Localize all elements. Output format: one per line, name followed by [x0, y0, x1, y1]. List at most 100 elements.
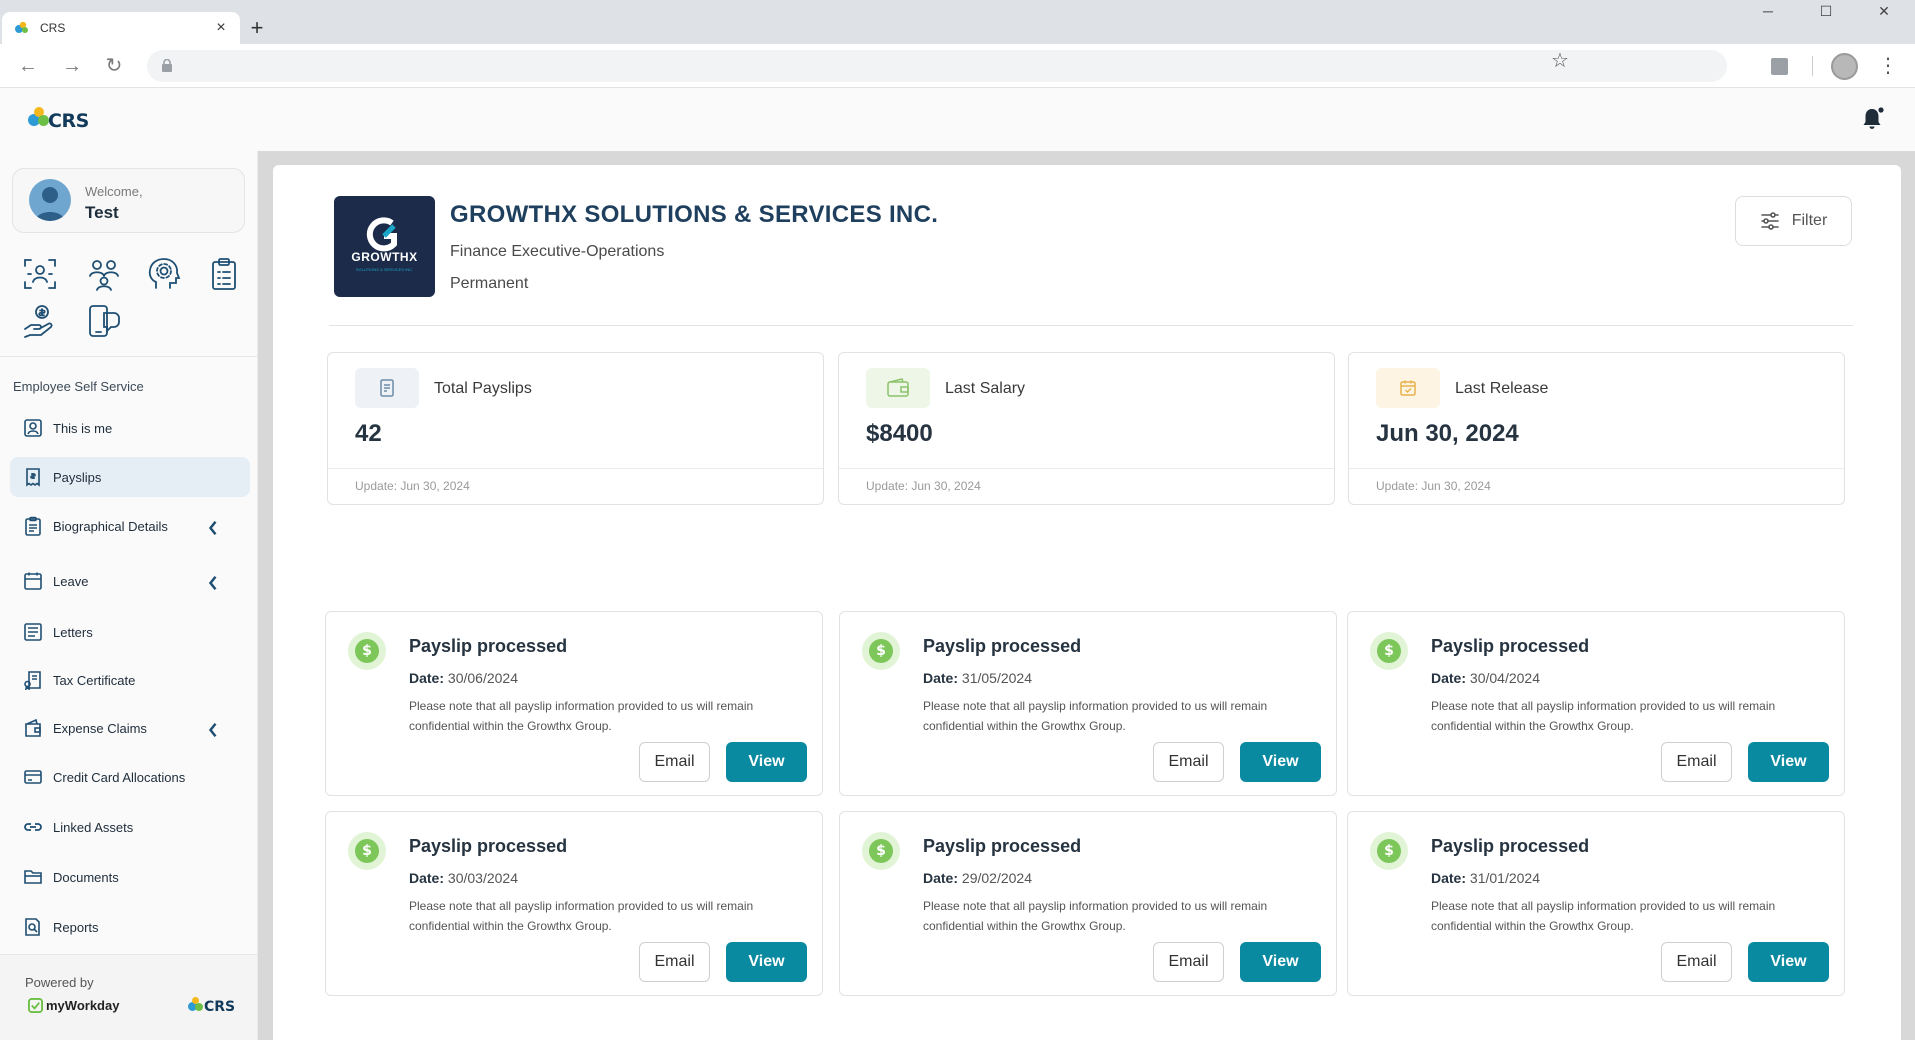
- stat-icon-box: [866, 368, 930, 408]
- new-tab-button[interactable]: +: [246, 14, 268, 42]
- browser-profile-avatar[interactable]: [1831, 53, 1858, 80]
- crs-small-logo: CRS: [188, 995, 235, 1015]
- sidebar-item-credit-card-allocations[interactable]: Credit Card Allocations: [10, 757, 250, 797]
- payslip-date-label: Date:: [409, 670, 445, 686]
- payslip-date-label: Date:: [409, 870, 445, 886]
- email-button[interactable]: Email: [639, 942, 710, 982]
- browser-tabbar: CRS × + ─ ☐ ✕: [0, 0, 1915, 44]
- wallet-icon: [25, 718, 41, 737]
- crs-logo-mark: [28, 107, 50, 129]
- window-close-button[interactable]: ✕: [1864, 0, 1904, 22]
- team-icon[interactable]: [86, 256, 122, 292]
- stat-update: Update: Jun 30, 2024: [355, 479, 470, 493]
- device-chat-icon[interactable]: [86, 303, 122, 339]
- reload-icon[interactable]: ↻: [100, 52, 128, 80]
- view-button[interactable]: View: [726, 742, 807, 782]
- mind-gear-icon[interactable]: [146, 256, 182, 292]
- browser-menu-icon[interactable]: ⋮: [1878, 54, 1898, 78]
- filter-sliders-icon: [1760, 212, 1779, 230]
- email-button[interactable]: Email: [1153, 742, 1224, 782]
- stat-label: Total Payslips: [434, 380, 532, 397]
- sidebar-item-label: Biographical Details: [53, 518, 168, 534]
- tab-title: CRS: [40, 21, 66, 35]
- forward-icon[interactable]: →: [58, 52, 86, 80]
- payslip-card: $ Payslip processed Date: 29/02/2024 Ple…: [839, 811, 1337, 996]
- company-logo-subtext: SOLUTIONS & SERVICES INC.: [356, 267, 413, 272]
- credit-card-icon: [24, 770, 42, 784]
- header-divider: [329, 325, 1853, 326]
- payslip-title: Payslip processed: [923, 836, 1082, 856]
- view-button[interactable]: View: [1748, 942, 1829, 982]
- view-button[interactable]: View: [1240, 942, 1321, 982]
- sidebar-item-label: Letters: [53, 624, 93, 640]
- email-button[interactable]: Email: [1661, 942, 1732, 982]
- payslip-note: Please note that all payslip information…: [1431, 699, 1776, 733]
- payslip-date-label: Date:: [1431, 670, 1467, 686]
- payslip-date: Date: 30/04/2024: [1431, 670, 1540, 686]
- payslip-date-label: Date:: [923, 670, 959, 686]
- bookmark-star-icon[interactable]: ☆: [1551, 48, 1569, 73]
- address-bar[interactable]: [147, 50, 1727, 82]
- stat-card-last-release: Last Release Jun 30, 2024 Update: Jun 30…: [1348, 352, 1845, 505]
- id-card-icon: [24, 419, 42, 437]
- sidebar-item-payslips[interactable]: Payslips: [10, 457, 250, 497]
- chevron-left-icon[interactable]: [203, 720, 223, 740]
- myworkday-logo[interactable]: myWorkday: [28, 998, 119, 1013]
- email-button[interactable]: Email: [1661, 742, 1732, 782]
- back-icon[interactable]: ←: [14, 52, 42, 80]
- employment-type: Permanent: [450, 275, 529, 292]
- sidebar-item-label: Linked Assets: [53, 819, 134, 835]
- payslip-date: Date: 30/03/2024: [409, 870, 518, 886]
- sidebar-item-documents[interactable]: Documents: [10, 857, 250, 897]
- view-button[interactable]: View: [1748, 742, 1829, 782]
- chevron-left-icon[interactable]: [203, 573, 223, 593]
- sidebar-item-leave[interactable]: Leave: [10, 561, 250, 601]
- chevron-left-icon[interactable]: [203, 518, 223, 538]
- extension-icon[interactable]: [1771, 58, 1788, 75]
- payslip-date-label: Date:: [1431, 870, 1467, 886]
- stat-divider: [1349, 468, 1844, 469]
- stat-update: Update: Jun 30, 2024: [866, 479, 981, 493]
- job-title: Finance Executive-Operations: [450, 243, 665, 260]
- clipboard-list-icon: [25, 516, 41, 536]
- welcome-card[interactable]: Welcome, Test: [12, 168, 245, 233]
- window-maximize-button[interactable]: ☐: [1806, 0, 1846, 22]
- stat-icon-box: [1376, 368, 1440, 408]
- sidebar-item-linked-assets[interactable]: Linked Assets: [10, 807, 250, 847]
- toolbar-divider: [1812, 56, 1813, 76]
- filter-button[interactable]: Filter: [1735, 196, 1852, 246]
- browser-tab[interactable]: CRS ×: [2, 12, 240, 44]
- payslip-date: Date: 29/02/2024: [923, 870, 1032, 886]
- sidebar-item-biographical-details[interactable]: Biographical Details: [10, 506, 250, 546]
- email-button[interactable]: Email: [1153, 942, 1224, 982]
- payslip-card: $ Payslip processed Date: 30/04/2024 Ple…: [1347, 611, 1845, 796]
- folder-icon: [24, 870, 42, 884]
- window-minimize-button[interactable]: ─: [1748, 0, 1788, 22]
- stat-divider: [328, 468, 823, 469]
- calendar-icon: [1400, 380, 1416, 396]
- notification-bell-icon[interactable]: [1860, 106, 1884, 132]
- sidebar-item-label: Tax Certificate: [53, 672, 136, 688]
- myworkday-text: myWorkday: [46, 998, 120, 1013]
- app-header: CRS: [0, 88, 1915, 151]
- face-scan-icon[interactable]: [22, 256, 58, 292]
- payslip-title: Payslip processed: [1431, 636, 1590, 656]
- view-button[interactable]: View: [1240, 742, 1321, 782]
- payslip-card: $ Payslip processed Date: 30/03/2024 Ple…: [325, 811, 823, 996]
- sidebar-item-this-is-me[interactable]: This is me: [10, 408, 250, 448]
- main-panel: GROWTHX SOLUTIONS & SERVICES INC. GROWTH…: [273, 165, 1901, 1040]
- crs-logo[interactable]: CRS: [28, 104, 89, 132]
- payslip-date-value: 31/05/2024: [961, 670, 1032, 686]
- payslip-date: Date: 31/05/2024: [923, 670, 1032, 686]
- clipboard-icon[interactable]: [206, 256, 242, 292]
- hand-dollar-icon[interactable]: [22, 303, 58, 339]
- crs-small-text: CRS: [204, 999, 236, 1015]
- sidebar-item-reports[interactable]: Reports: [10, 907, 250, 947]
- sidebar-item-letters[interactable]: Letters: [10, 612, 250, 652]
- tab-close-icon[interactable]: ×: [212, 19, 230, 37]
- sidebar-item-label: Credit Card Allocations: [53, 769, 186, 785]
- email-button[interactable]: Email: [639, 742, 710, 782]
- sidebar-item-tax-certificate[interactable]: Tax Certificate: [10, 660, 250, 700]
- view-button[interactable]: View: [726, 942, 807, 982]
- sidebar-item-expense-claims[interactable]: Expense Claims: [10, 708, 250, 748]
